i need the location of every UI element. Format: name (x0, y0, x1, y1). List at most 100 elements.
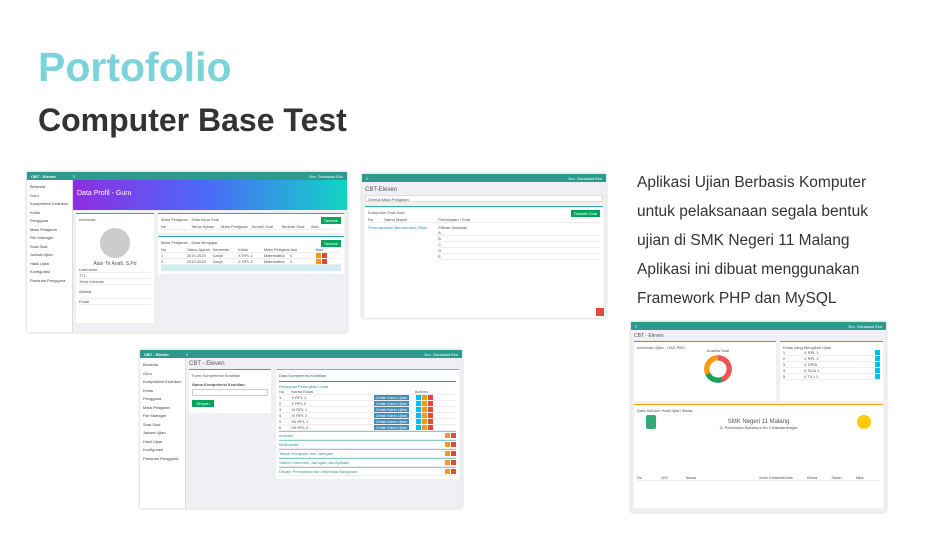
group-row[interactable]: Teknik Komputer dan Jaringan (279, 449, 456, 458)
action-button[interactable] (415, 406, 421, 412)
print-card-button[interactable]: Cetak Kartu Ujian (373, 395, 410, 400)
group-row[interactable]: Sistem Informasi, Jaringan dan Aplikasi (279, 458, 456, 467)
action-button[interactable] (427, 418, 433, 424)
delete-icon[interactable] (451, 469, 456, 474)
sidebar-item[interactable]: Hasil Ujian (143, 438, 182, 447)
edit-icon[interactable] (445, 442, 450, 447)
edit-icon[interactable] (445, 451, 450, 456)
sidebar-item[interactable]: Konfigurasi (30, 268, 69, 277)
action-button[interactable] (415, 400, 421, 406)
view-button[interactable] (875, 356, 880, 361)
sidebar-item[interactable]: Jadwal Ujian (30, 251, 69, 260)
add-button[interactable]: Tambah (320, 240, 341, 247)
sidebar-item[interactable]: Hasil Ujian (30, 260, 69, 269)
col-header: Pertanyaan / Soal (438, 217, 470, 222)
sidebar-item[interactable]: Guru (143, 370, 182, 379)
print-card-button[interactable]: Cetak Kartu Ujian (373, 419, 410, 424)
cell: X RPL 2 (238, 259, 253, 264)
user-name: Drs. Gunawan Eko (309, 173, 343, 179)
action-button[interactable] (427, 394, 433, 400)
edit-icon[interactable] (445, 433, 450, 438)
delete-icon[interactable] (451, 442, 456, 447)
input-soal-card: Mata Pelajaran - Data Input Soal Tambah N… (158, 213, 344, 233)
sidebar-item[interactable]: File Manager (30, 234, 69, 243)
save-button[interactable]: Simpan (192, 400, 214, 407)
col-header: No (368, 217, 374, 222)
action-button[interactable] (427, 400, 433, 406)
add-soal-button[interactable]: Tambah Soal (570, 210, 600, 217)
action-button[interactable] (421, 424, 427, 430)
action-button[interactable] (415, 418, 421, 424)
sidebar-item[interactable]: Pengguna (30, 217, 69, 226)
card-title: Data Kompetensi Keahlian (279, 373, 327, 378)
action-button[interactable] (427, 406, 433, 412)
sidebar-item[interactable]: Beranda (143, 361, 182, 370)
sidebar-item[interactable]: Soal-Soal (30, 243, 69, 252)
field-label: Email (79, 299, 90, 304)
group-title[interactable]: Multimedia (279, 442, 444, 447)
delete-icon[interactable] (451, 460, 456, 465)
action-button[interactable] (415, 394, 421, 400)
action-button[interactable] (415, 412, 421, 418)
action-button[interactable] (421, 406, 427, 412)
action-button[interactable] (421, 400, 427, 406)
sidebar-item[interactable]: Beranda (30, 183, 69, 192)
action-button[interactable] (421, 412, 427, 418)
sidebar-item[interactable]: Jadwal Ujian (143, 429, 182, 438)
view-button[interactable] (875, 350, 880, 355)
group-row[interactable]: Animasi (279, 431, 456, 440)
class-name: X RPL 2 (291, 401, 307, 406)
screenshot-kompetensi: CBT - Eleven ≡ Drs. Gunawan Eko Beranda Gur… (140, 350, 462, 508)
group-row[interactable]: Desain Pemodelan dan Informasi Bangunan (279, 467, 456, 476)
action-button[interactable] (421, 418, 427, 424)
menu-icon: ≡ (635, 323, 638, 329)
print-card-button[interactable]: Cetak Kartu Ujian (373, 425, 410, 430)
sidebar-item[interactable]: Kelas (30, 209, 69, 218)
sidebar-item[interactable]: File Manager (143, 412, 182, 421)
floating-button[interactable] (596, 308, 604, 316)
delete-icon[interactable] (451, 451, 456, 456)
sidebar-item[interactable]: Guru (30, 192, 69, 201)
sidebar-item[interactable]: Konfigurasi (143, 446, 182, 455)
page-title: CBT-Eleven (365, 187, 398, 193)
view-button[interactable] (875, 368, 880, 373)
menu-icon: ≡ (73, 173, 76, 179)
print-card-button[interactable]: Cetak Kartu Ujian (373, 413, 410, 418)
list-card: Data Kompetensi Keahlian Rekayasa Perang… (276, 369, 459, 479)
sidebar-item[interactable]: Kompetensi Keahlian (143, 378, 182, 387)
view-button[interactable] (875, 362, 880, 367)
group-title[interactable]: Sistem Informasi, Jaringan dan Aplikasi (279, 460, 444, 465)
delete-icon[interactable] (451, 433, 456, 438)
edit-icon[interactable] (445, 460, 450, 465)
action-button[interactable] (427, 424, 433, 430)
sidebar-item[interactable]: Panduan Pengguna (143, 455, 182, 464)
edit-icon[interactable] (445, 469, 450, 474)
sidebar: Beranda Guru Kompetensi Keahlian Kelas Pengg… (140, 358, 186, 508)
group-title[interactable]: Animasi (279, 433, 444, 438)
sidebar-item[interactable]: Mata Pelajaran (143, 404, 182, 413)
sidebar-item[interactable]: Pengguna (143, 395, 182, 404)
group-row[interactable]: Multimedia (279, 440, 456, 449)
sidebar-item[interactable]: Soal-Soal (143, 421, 182, 430)
subject-select[interactable]: Semua Mata Pelajaran (365, 195, 603, 202)
row-number: 2 (782, 356, 786, 361)
group-title[interactable]: Rekayasa Perangkat Lunak (279, 381, 456, 389)
class-name: XII RPL 2 (291, 425, 309, 430)
sidebar-item[interactable]: Panduan Pengguna (30, 277, 69, 286)
kompetensi-input[interactable] (192, 389, 268, 396)
action-button[interactable] (415, 424, 421, 430)
group-title[interactable]: Desain Pemodelan dan Informasi Bangunan (279, 469, 444, 474)
page-title: CBT - Eleven (189, 361, 225, 367)
action-button[interactable] (421, 394, 427, 400)
sidebar-item[interactable]: Kompetensi Keahlian (30, 200, 69, 209)
col-header: Salah (831, 475, 842, 480)
view-button[interactable] (875, 374, 880, 379)
group-title[interactable]: Teknik Komputer dan Jaringan (279, 451, 444, 456)
school-logo (857, 415, 871, 429)
sidebar-item[interactable]: Mata Pelajaran (30, 226, 69, 235)
action-button[interactable] (427, 412, 433, 418)
print-card-button[interactable]: Cetak Kartu Ujian (373, 401, 410, 406)
add-button[interactable]: Tambah (320, 217, 341, 224)
print-card-button[interactable]: Cetak Kartu Ujian (373, 407, 410, 412)
sidebar-item[interactable]: Kelas (143, 387, 182, 396)
